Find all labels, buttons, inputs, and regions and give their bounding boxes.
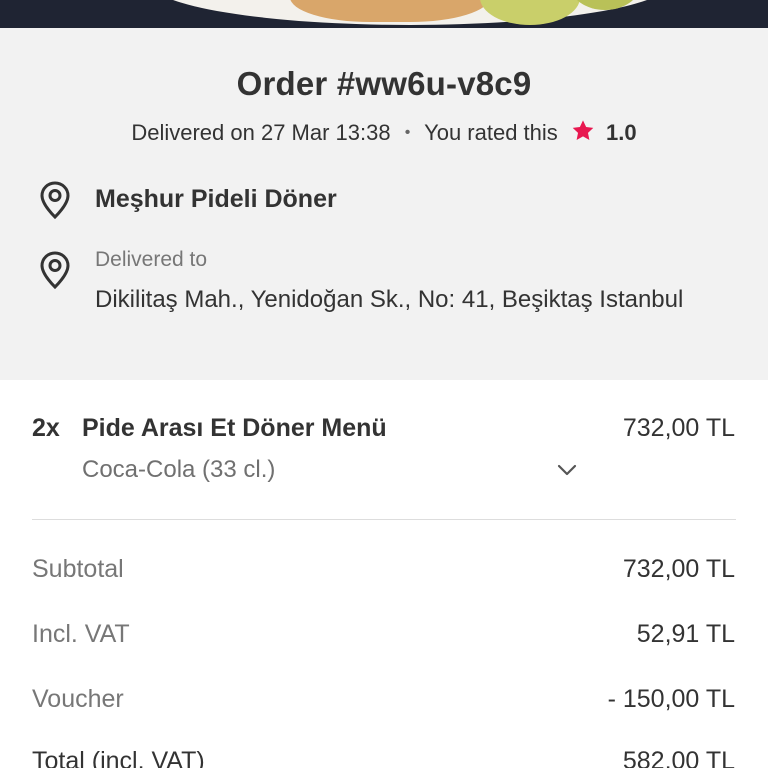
item-price: 732,00 TL [622, 414, 735, 442]
item-name: Pide Arası Et Döner Menü [82, 414, 387, 442]
chevron-down-icon[interactable] [555, 460, 579, 480]
order-hero-image [0, 0, 768, 28]
location-pin-icon [40, 251, 70, 290]
total-label: Total (incl. VAT) [32, 747, 205, 768]
subtotal-label: Subtotal [32, 555, 124, 583]
item-option: Coca-Cola (33 cl.) [82, 456, 276, 483]
voucher-value: - 150,00 TL [607, 685, 735, 713]
vat-label: Incl. VAT [32, 620, 130, 648]
divider [32, 519, 736, 520]
delivered-to-label: Delivered to [95, 248, 208, 271]
order-items: 2x Pide Arası Et Döner Menü 732,00 TL Co… [0, 380, 768, 768]
item-quantity: 2x [32, 414, 60, 442]
vat-value: 52,91 TL [636, 620, 735, 648]
location-pin-icon [40, 181, 70, 220]
subtotal-value: 732,00 TL [622, 555, 735, 583]
voucher-label: Voucher [32, 685, 124, 713]
rated-label: You rated this [424, 120, 558, 145]
order-meta: Delivered on 27 Mar 13:38 • You rated th… [0, 118, 768, 146]
rating-value: 1.0 [606, 120, 637, 145]
delivered-date: Delivered on 27 Mar 13:38 [131, 120, 391, 145]
restaurant-name[interactable]: Meşhur Pideli Döner [95, 185, 337, 214]
order-title: Order #ww6u-v8c9 [236, 65, 532, 102]
order-summary: Order #ww6u-v8c9 Delivered on 27 Mar 13:… [0, 28, 768, 380]
star-icon [572, 120, 594, 140]
delivery-address: Dikilitaş Mah., Yenidoğan Sk., No: 41, B… [95, 286, 684, 313]
separator-dot: • [404, 124, 411, 141]
total-value: 582,00 TL [622, 747, 735, 768]
